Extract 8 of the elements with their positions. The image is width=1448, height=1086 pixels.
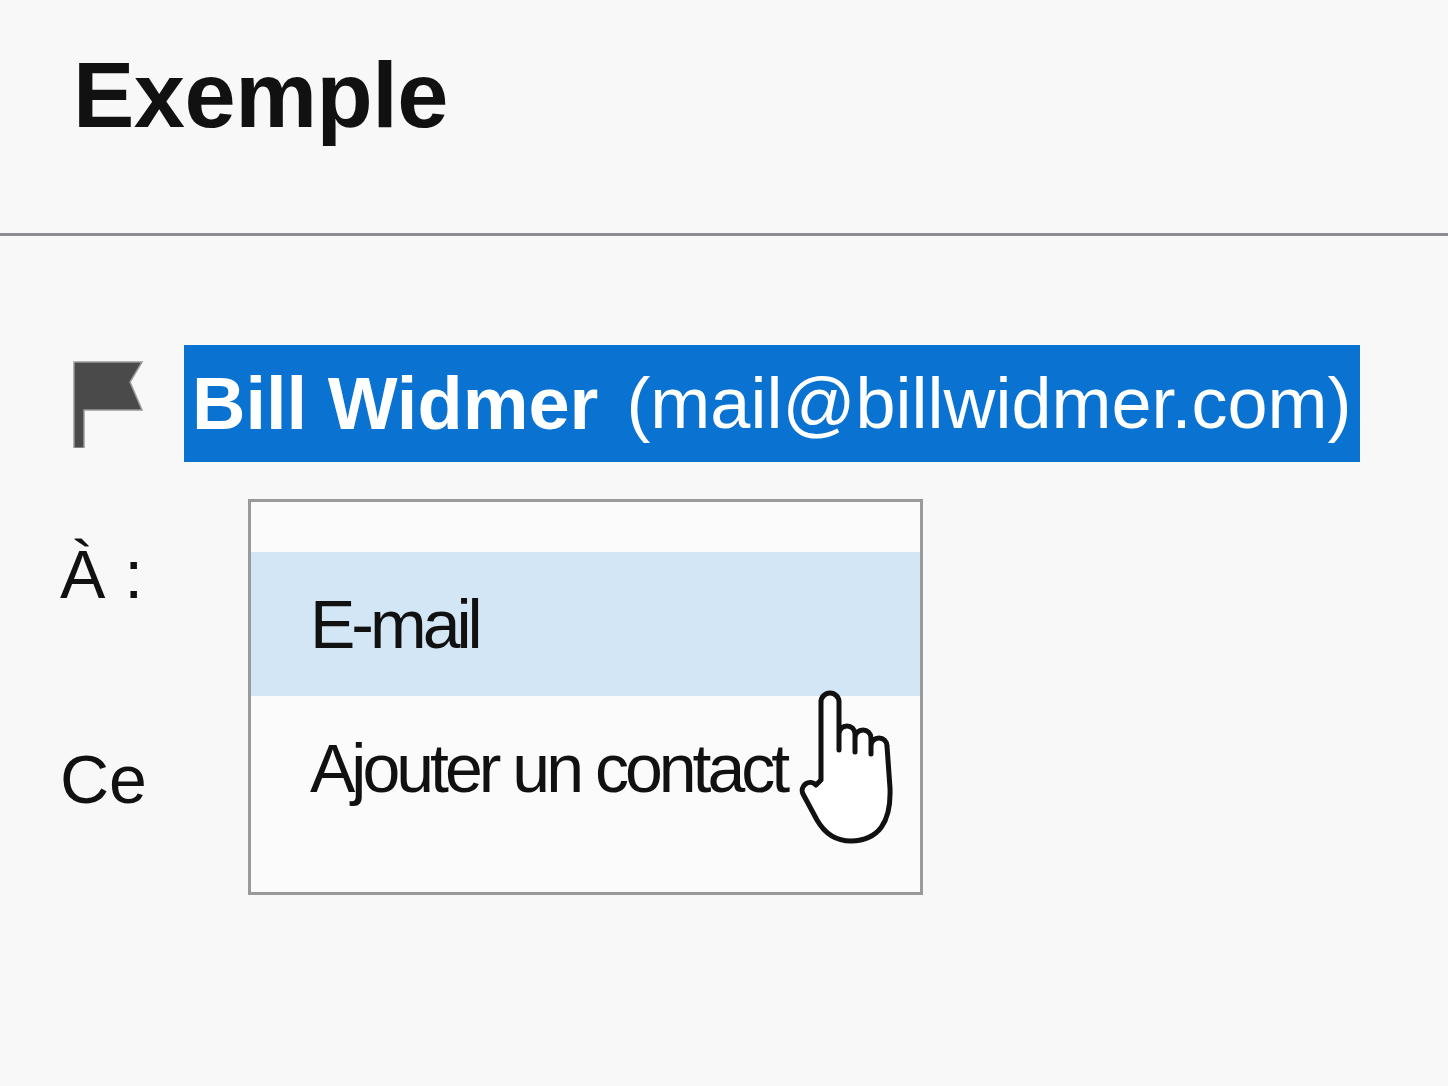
flag-icon <box>72 359 144 448</box>
field-label: Ce <box>60 740 147 819</box>
field-label: À : <box>60 535 144 614</box>
sender-name: Bill Widmer <box>192 360 599 447</box>
page-title: Exemple <box>73 43 448 148</box>
menu-item[interactable]: Ajouter un contact <box>251 696 920 840</box>
menu-item[interactable]: E-mail <box>251 552 920 696</box>
sender-email: (mail@billwidmer.com) <box>626 362 1352 445</box>
